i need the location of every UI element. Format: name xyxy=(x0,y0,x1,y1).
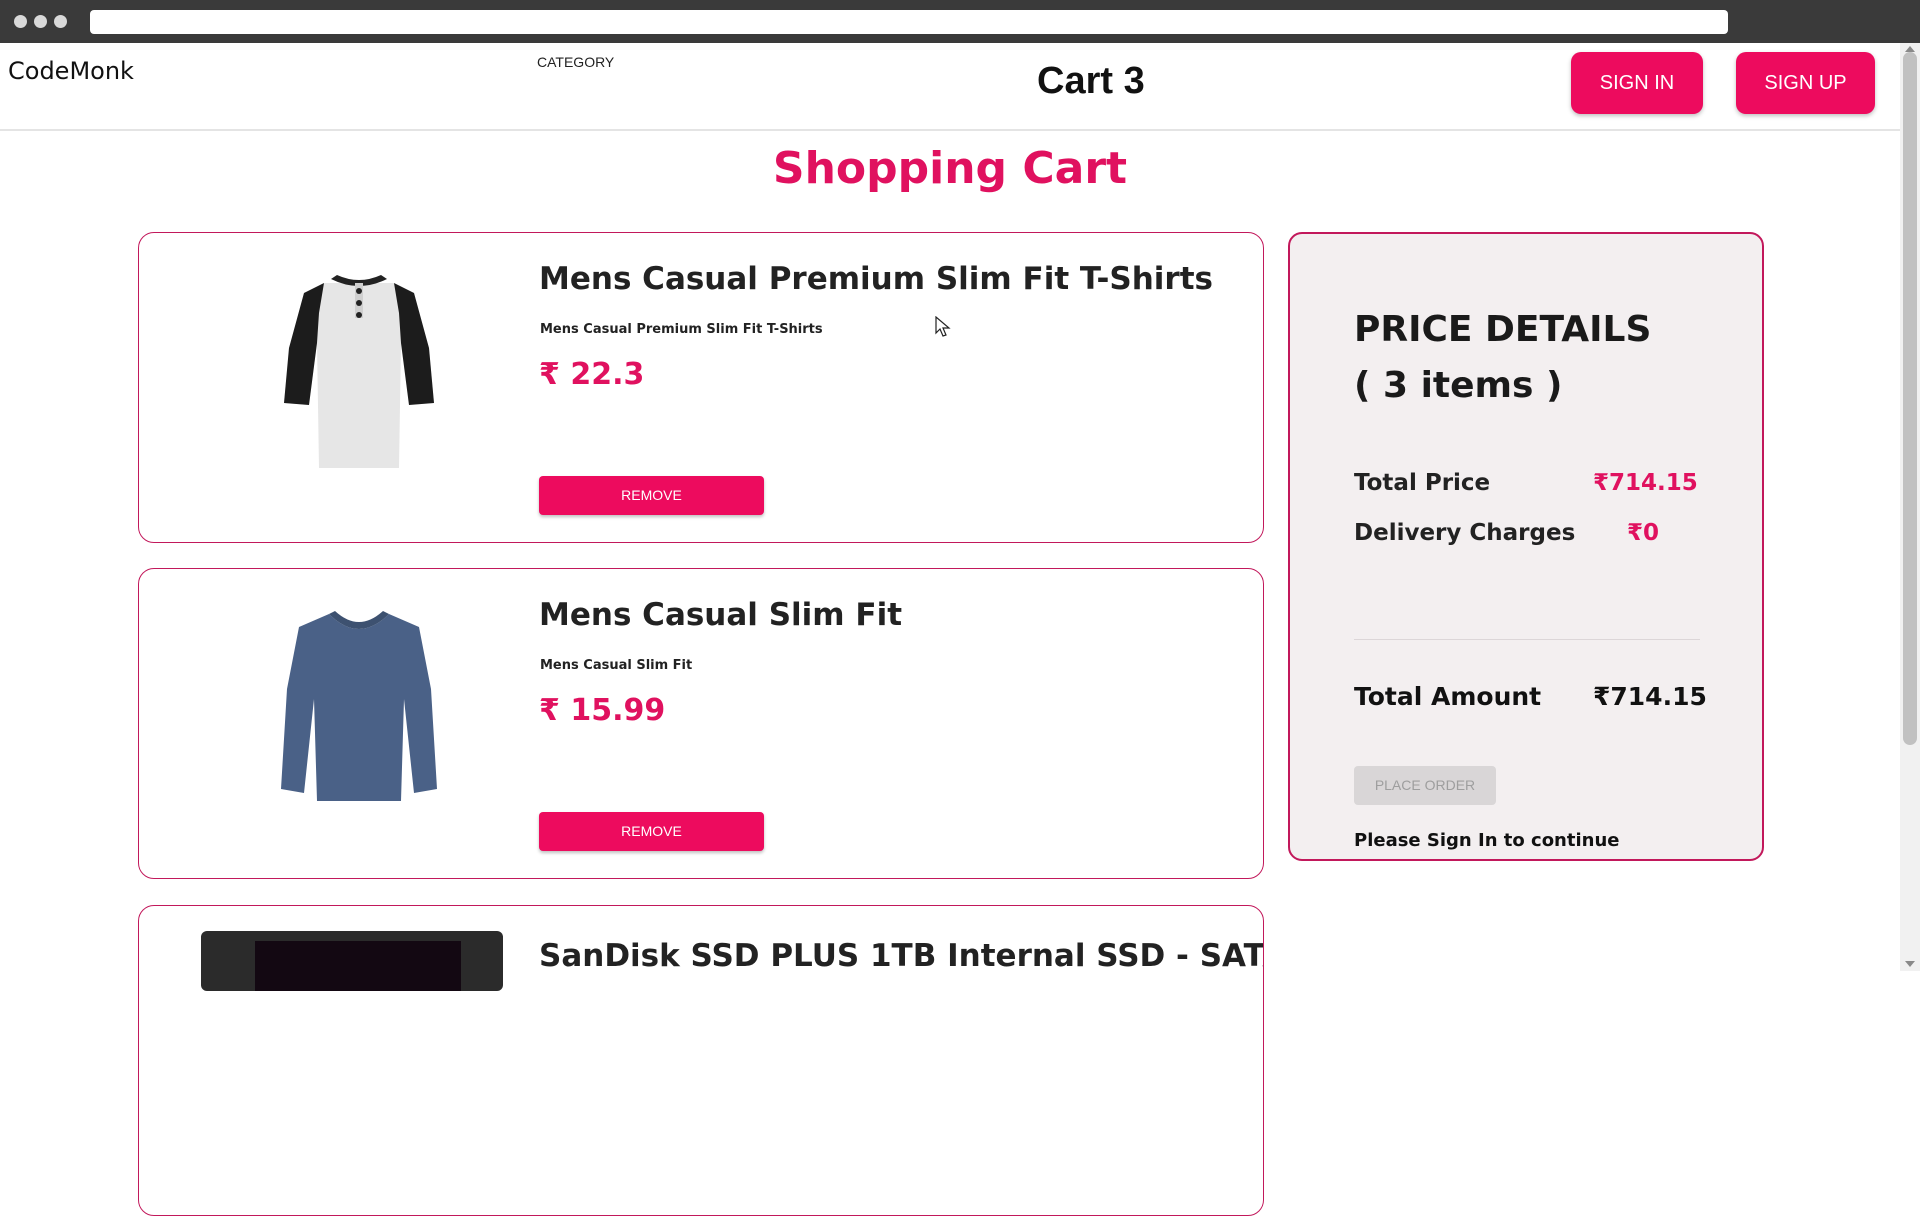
address-bar[interactable] xyxy=(90,10,1728,34)
page-title: Shopping Cart xyxy=(772,143,1128,194)
divider xyxy=(1354,639,1700,640)
product-title[interactable]: Mens Casual Premium Slim Fit T-Shirts xyxy=(539,261,1213,297)
browser-chrome xyxy=(0,0,1920,43)
ssd-image[interactable] xyxy=(201,931,503,991)
price-details-title: PRICE DETAILS ( 3 items ) xyxy=(1354,302,1651,414)
product-price: ₹ 15.99 xyxy=(539,693,666,728)
sign-in-note: Please Sign In to continue xyxy=(1354,830,1620,851)
total-price-label: Total Price xyxy=(1354,470,1491,496)
cart-link[interactable]: Cart 3 xyxy=(1037,60,1145,103)
delivery-charges-label: Delivery Charges xyxy=(1354,520,1576,546)
scrollbar-thumb[interactable] xyxy=(1903,52,1917,745)
delivery-charges-value: ₹0 xyxy=(1627,520,1660,546)
cart-item-card: Mens Casual Premium Slim Fit T-Shirts Me… xyxy=(138,232,1264,543)
item-count: ( 3 items ) xyxy=(1354,365,1563,406)
product-subtitle: Mens Casual Premium Slim Fit T-Shirts xyxy=(540,322,823,337)
blue-longsleeve-image[interactable] xyxy=(259,589,459,809)
navbar: CodeMonk CATEGORY Cart 3 SIGN IN SIGN UP xyxy=(0,43,1900,131)
total-price-value: ₹714.15 xyxy=(1593,470,1698,496)
tshirt-raglan-image[interactable] xyxy=(259,253,459,473)
window-maximize-dot[interactable] xyxy=(54,15,67,28)
cart-item-card: SanDisk SSD PLUS 1TB Internal SSD - SATA… xyxy=(138,905,1264,1216)
place-order-button[interactable]: PLACE ORDER xyxy=(1354,766,1496,805)
mouse-pointer-icon xyxy=(935,316,951,337)
product-subtitle: Mens Casual Slim Fit xyxy=(540,658,693,673)
category-menu[interactable]: CATEGORY xyxy=(537,54,614,70)
window-close-dot[interactable] xyxy=(14,15,27,28)
scroll-down-arrow-icon[interactable] xyxy=(1905,961,1915,967)
sign-up-button[interactable]: SIGN UP xyxy=(1736,52,1875,114)
remove-button[interactable]: REMOVE xyxy=(539,476,764,515)
sign-in-button[interactable]: SIGN IN xyxy=(1571,52,1703,114)
product-title[interactable]: Mens Casual Slim Fit xyxy=(539,597,902,633)
product-title[interactable]: SanDisk SSD PLUS 1TB Internal SSD - SATA… xyxy=(539,938,1263,974)
total-amount-label: Total Amount xyxy=(1354,682,1542,711)
product-price: ₹ 22.3 xyxy=(539,357,645,392)
brand-logo[interactable]: CodeMonk xyxy=(8,57,134,85)
cart-item-card: Mens Casual Slim Fit Mens Casual Slim Fi… xyxy=(138,568,1264,879)
price-details-panel: PRICE DETAILS ( 3 items ) Total Price ₹7… xyxy=(1288,232,1764,861)
total-amount-value: ₹714.15 xyxy=(1593,682,1707,711)
remove-button[interactable]: REMOVE xyxy=(539,812,764,851)
window-minimize-dot[interactable] xyxy=(34,15,47,28)
price-details-heading: PRICE DETAILS xyxy=(1354,309,1652,350)
